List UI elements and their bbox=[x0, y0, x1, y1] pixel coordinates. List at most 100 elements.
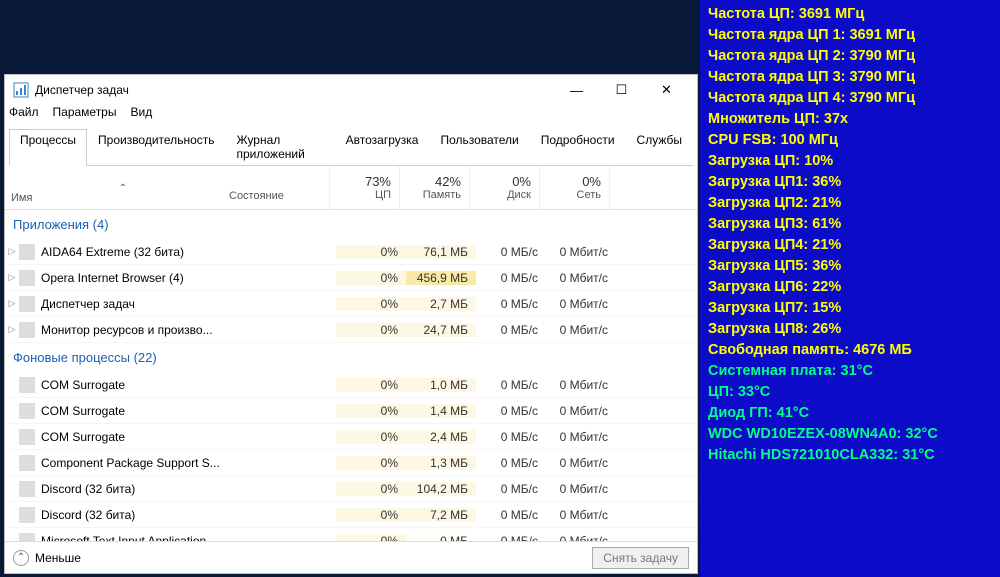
memory-cell: 2,4 МБ bbox=[406, 430, 476, 444]
cpu-cell: 0% bbox=[336, 508, 406, 522]
disk-cell: 0 МБ/с bbox=[476, 271, 546, 285]
table-row[interactable]: COM Surrogate0%1,4 МБ0 МБ/с0 Мбит/с bbox=[5, 398, 697, 424]
process-icon bbox=[19, 270, 35, 286]
process-icon bbox=[19, 455, 35, 471]
tab[interactable]: Автозагрузка bbox=[335, 129, 430, 165]
maximize-button[interactable]: ☐ bbox=[599, 76, 644, 104]
expand-icon[interactable]: ▷ bbox=[5, 272, 19, 283]
memory-cell: 24,7 МБ bbox=[406, 323, 476, 337]
column-name[interactable]: Имя ⌃ bbox=[5, 166, 223, 209]
cpu-cell: 0% bbox=[336, 271, 406, 285]
osd-line: Загрузка ЦП: 10% bbox=[708, 151, 992, 172]
minimize-button[interactable]: — bbox=[554, 76, 599, 104]
tabs: ПроцессыПроизводительностьЖурнал приложе… bbox=[9, 129, 693, 166]
table-row[interactable]: Discord (32 бита)0%104,2 МБ0 МБ/с0 Мбит/… bbox=[5, 476, 697, 502]
column-metric[interactable]: 0%Диск bbox=[470, 166, 540, 209]
disk-cell: 0 МБ/с bbox=[476, 245, 546, 259]
tab[interactable]: Производительность bbox=[87, 129, 225, 165]
network-cell: 0 Мбит/с bbox=[546, 271, 616, 285]
osd-line: Загрузка ЦП4: 21% bbox=[708, 235, 992, 256]
group-header[interactable]: Фоновые процессы (22) bbox=[5, 343, 697, 372]
memory-cell: 7,2 МБ bbox=[406, 508, 476, 522]
memory-cell: 1,0 МБ bbox=[406, 378, 476, 392]
menubar: Файл Параметры Вид bbox=[5, 105, 697, 125]
disk-cell: 0 МБ/с bbox=[476, 508, 546, 522]
process-name: Component Package Support S... bbox=[41, 456, 229, 470]
cpu-cell: 0% bbox=[336, 456, 406, 470]
fewer-details-link[interactable]: Меньше bbox=[35, 551, 81, 565]
tab[interactable]: Службы bbox=[626, 129, 693, 165]
osd-line: Частота ядра ЦП 2: 3790 МГц bbox=[708, 46, 992, 67]
end-task-button[interactable]: Снять задачу bbox=[592, 547, 689, 569]
process-list[interactable]: Приложения (4)▷AIDA64 Extreme (32 бита)0… bbox=[5, 210, 697, 541]
titlebar[interactable]: Диспетчер задач — ☐ ✕ bbox=[5, 75, 697, 105]
tab[interactable]: Подробности bbox=[530, 129, 626, 165]
column-state[interactable]: Состояние bbox=[223, 166, 330, 209]
table-row[interactable]: Microsoft Text Input Application0%0 МБ0 … bbox=[5, 528, 697, 541]
expand-icon[interactable]: ▷ bbox=[5, 324, 19, 335]
osd-line: Загрузка ЦП5: 36% bbox=[708, 256, 992, 277]
table-row[interactable]: Component Package Support S...0%1,3 МБ0 … bbox=[5, 450, 697, 476]
disk-cell: 0 МБ/с bbox=[476, 534, 546, 542]
expand-icon[interactable]: ▷ bbox=[5, 246, 19, 257]
cpu-cell: 0% bbox=[336, 323, 406, 337]
menu-item[interactable]: Файл bbox=[9, 105, 39, 125]
network-cell: 0 Мбит/с bbox=[546, 456, 616, 470]
menu-item[interactable]: Параметры bbox=[53, 105, 117, 125]
osd-line: Свободная память: 4676 МБ bbox=[708, 340, 992, 361]
memory-cell: 1,3 МБ bbox=[406, 456, 476, 470]
process-icon bbox=[19, 296, 35, 312]
table-row[interactable]: Discord (32 бита) 0%7,2 МБ0 МБ/с0 Мбит/с bbox=[5, 502, 697, 528]
disk-cell: 0 МБ/с bbox=[476, 430, 546, 444]
cpu-cell: 0% bbox=[336, 482, 406, 496]
menu-item[interactable]: Вид bbox=[130, 105, 152, 125]
network-cell: 0 Мбит/с bbox=[546, 404, 616, 418]
memory-cell: 104,2 МБ bbox=[406, 482, 476, 496]
process-icon bbox=[19, 429, 35, 445]
disk-cell: 0 МБ/с bbox=[476, 297, 546, 311]
process-name: Microsoft Text Input Application bbox=[41, 534, 229, 542]
tab[interactable]: Пользователи bbox=[429, 129, 529, 165]
table-row[interactable]: ▷Диспетчер задач0%2,7 МБ0 МБ/с0 Мбит/с bbox=[5, 291, 697, 317]
process-name: COM Surrogate bbox=[41, 378, 229, 392]
osd-line: Загрузка ЦП2: 21% bbox=[708, 193, 992, 214]
osd-line: CPU FSB: 100 МГц bbox=[708, 130, 992, 151]
tab[interactable]: Процессы bbox=[9, 129, 87, 166]
osd-line: Загрузка ЦП3: 61% bbox=[708, 214, 992, 235]
disk-cell: 0 МБ/с bbox=[476, 482, 546, 496]
osd-line: Загрузка ЦП6: 22% bbox=[708, 277, 992, 298]
table-row[interactable]: COM Surrogate0%2,4 МБ0 МБ/с0 Мбит/с bbox=[5, 424, 697, 450]
column-metric[interactable]: 0%Сеть bbox=[540, 166, 610, 209]
collapse-icon[interactable]: ⌃ bbox=[13, 550, 29, 566]
process-icon bbox=[19, 507, 35, 523]
network-cell: 0 Мбит/с bbox=[546, 323, 616, 337]
osd-line: Частота ядра ЦП 4: 3790 МГц bbox=[708, 88, 992, 109]
table-row[interactable]: ▷ Монитор ресурсов и произво... 0%24,7 МБ 0… bbox=[5, 317, 697, 343]
column-metric[interactable]: 73%ЦП bbox=[330, 166, 400, 209]
process-name: Discord (32 бита) bbox=[41, 508, 229, 522]
process-name: Монитор ресурсов и произво... bbox=[41, 323, 229, 337]
table-row[interactable]: COM Surrogate0%1,0 МБ0 МБ/с0 Мбит/с bbox=[5, 372, 697, 398]
osd-line: Частота ядра ЦП 1: 3691 МГц bbox=[708, 25, 992, 46]
memory-cell: 1,4 МБ bbox=[406, 404, 476, 418]
table-row[interactable]: ▷Opera Internet Browser (4)0%456,9 МБ0 М… bbox=[5, 265, 697, 291]
network-cell: 0 Мбит/с bbox=[546, 297, 616, 311]
cpu-cell: 0% bbox=[336, 534, 406, 542]
cpu-cell: 0% bbox=[336, 245, 406, 259]
table-row[interactable]: ▷AIDA64 Extreme (32 бита)0%76,1 МБ0 МБ/с… bbox=[5, 239, 697, 265]
network-cell: 0 Мбит/с bbox=[546, 378, 616, 392]
process-icon bbox=[19, 481, 35, 497]
osd-line: WDC WD10EZEX-08WN4A0: 32°C bbox=[708, 424, 992, 445]
disk-cell: 0 МБ/с bbox=[476, 456, 546, 470]
column-metric[interactable]: 42%Память bbox=[400, 166, 470, 209]
network-cell: 0 Мбит/с bbox=[546, 534, 616, 542]
cpu-cell: 0% bbox=[336, 378, 406, 392]
tab[interactable]: Журнал приложений bbox=[226, 129, 335, 165]
expand-icon[interactable]: ▷ bbox=[5, 298, 19, 309]
taskmgr-icon bbox=[13, 82, 29, 98]
network-cell: 0 Мбит/с bbox=[546, 508, 616, 522]
close-button[interactable]: ✕ bbox=[644, 76, 689, 104]
group-header[interactable]: Приложения (4) bbox=[5, 210, 697, 239]
process-icon bbox=[19, 377, 35, 393]
process-icon bbox=[19, 533, 35, 542]
